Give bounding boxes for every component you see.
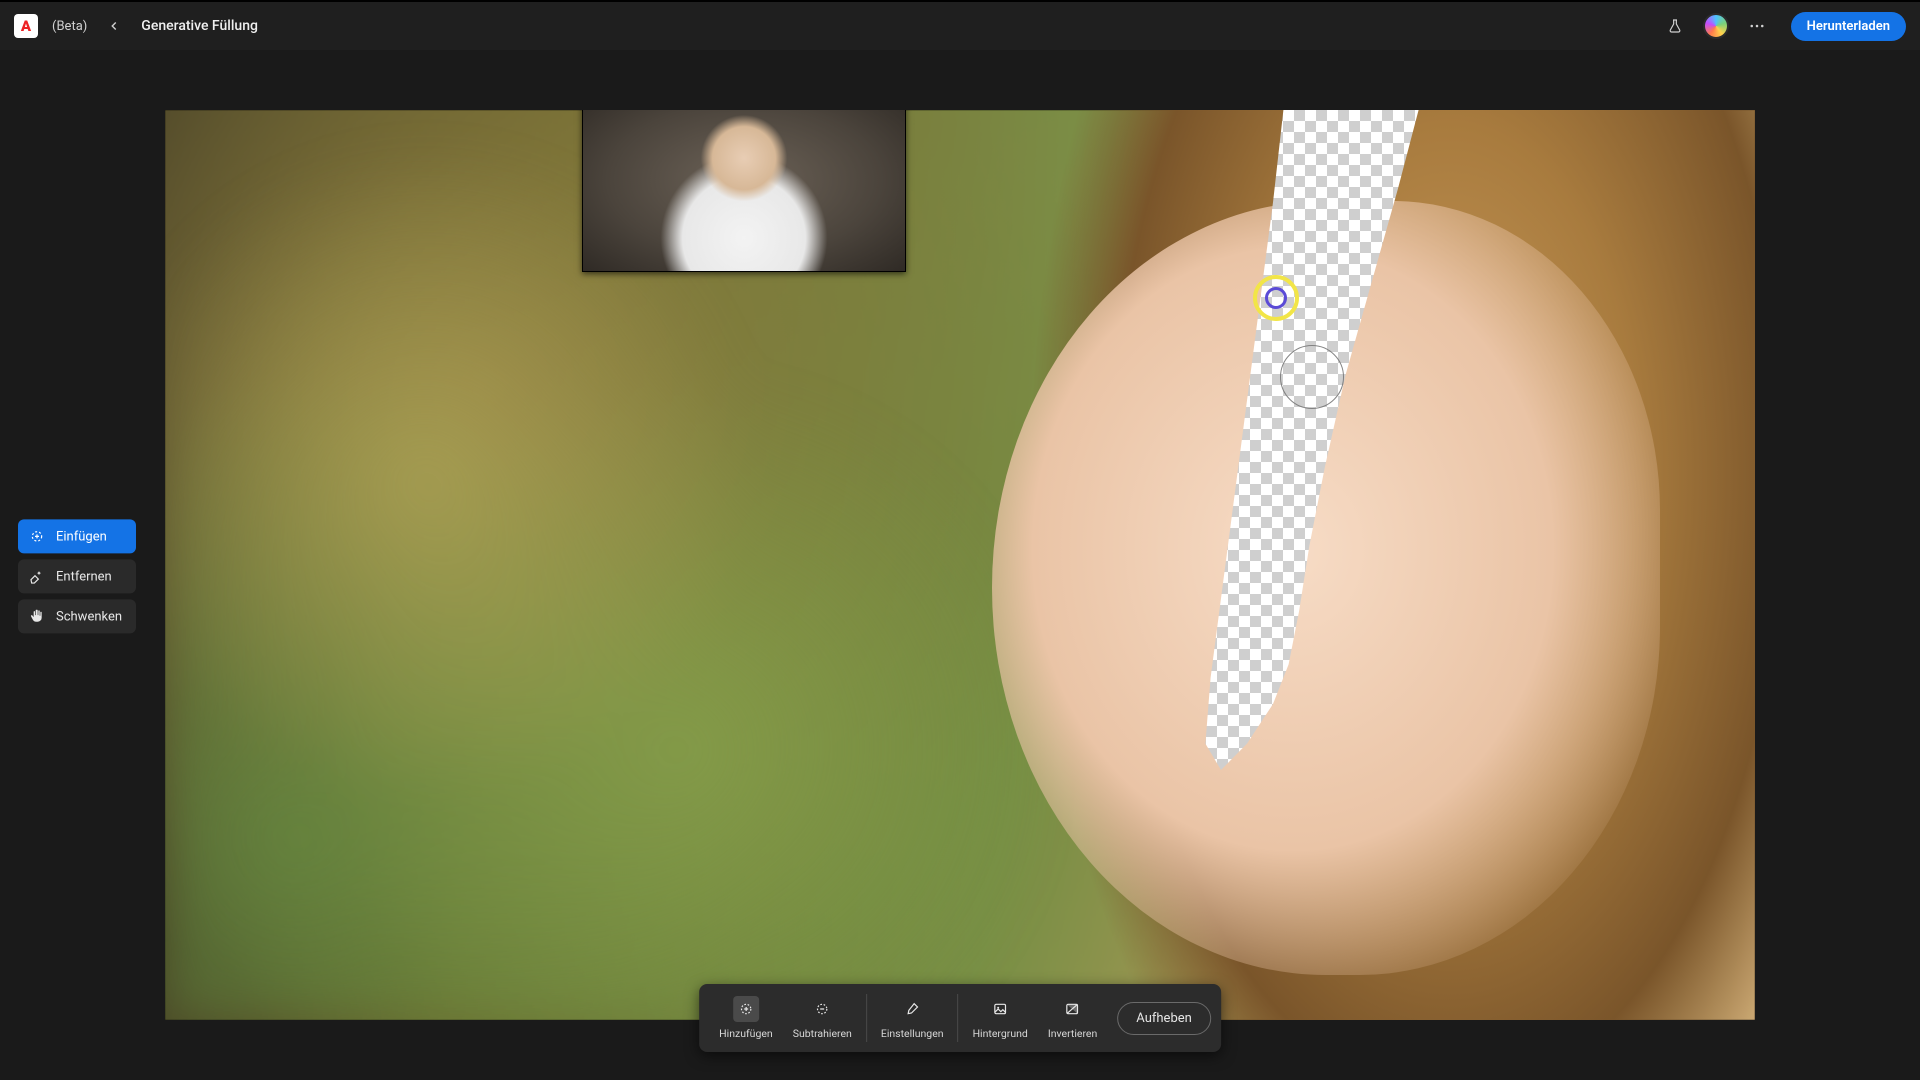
brush-icon	[899, 996, 925, 1022]
app-header: A (Beta) Generative Füllung Herunterlade…	[0, 0, 1920, 50]
toolbar-background-label: Hintergrund	[973, 1027, 1028, 1040]
download-button[interactable]: Herunterladen	[1791, 12, 1906, 41]
selection-toolbar: Hinzufügen Subtrahieren Einstellungen	[699, 984, 1221, 1052]
webcam-pip-overlay[interactable]	[582, 110, 906, 272]
toolbar-add-label: Hinzufügen	[719, 1027, 773, 1040]
subtract-selection-icon	[809, 996, 835, 1022]
toolbar-invert[interactable]: Invertieren	[1038, 992, 1107, 1044]
more-menu-button[interactable]	[1743, 12, 1771, 40]
ellipsis-icon	[1748, 17, 1766, 35]
adobe-logo-icon: A	[14, 14, 38, 38]
tool-insert[interactable]: Einfügen	[18, 519, 136, 553]
flask-icon	[1667, 18, 1683, 34]
page-title: Generative Füllung	[141, 18, 258, 34]
toolbar-divider	[866, 994, 867, 1042]
toolbar-background[interactable]: Hintergrund	[963, 992, 1038, 1044]
toolbar-settings[interactable]: Einstellungen	[871, 992, 954, 1044]
cursor-highlight-marker	[1253, 275, 1299, 321]
tool-remove-label: Entfernen	[56, 569, 112, 584]
tool-remove[interactable]: Entfernen	[18, 559, 136, 593]
image-icon	[987, 996, 1013, 1022]
toolbar-subtract-label: Subtrahieren	[793, 1027, 852, 1040]
toolbar-add[interactable]: Hinzufügen	[709, 992, 783, 1044]
tool-insert-label: Einfügen	[56, 529, 107, 544]
tool-pan-label: Schwenken	[56, 609, 122, 624]
tool-rail: Einfügen Entfernen Schwenken	[18, 519, 136, 633]
back-button[interactable]	[101, 13, 127, 39]
add-selection-icon	[733, 996, 759, 1022]
toolbar-invert-label: Invertieren	[1048, 1027, 1097, 1040]
labs-button[interactable]	[1661, 12, 1689, 40]
sparkle-plus-icon	[28, 527, 46, 545]
beta-tag: (Beta)	[52, 19, 87, 34]
hand-icon	[28, 607, 46, 625]
toolbar-settings-label: Einstellungen	[881, 1027, 944, 1040]
workspace: Einfügen Entfernen Schwenken	[0, 50, 1920, 1080]
tool-pan[interactable]: Schwenken	[18, 599, 136, 633]
toolbar-subtract[interactable]: Subtrahieren	[783, 992, 862, 1044]
toolbar-divider	[958, 994, 959, 1042]
toolbar-cancel-button[interactable]: Aufheben	[1117, 1002, 1211, 1035]
chevron-left-icon	[107, 19, 121, 33]
eraser-sparkle-icon	[28, 567, 46, 585]
image-canvas[interactable]	[165, 110, 1755, 1020]
invert-icon	[1060, 996, 1086, 1022]
user-avatar[interactable]	[1703, 13, 1729, 39]
